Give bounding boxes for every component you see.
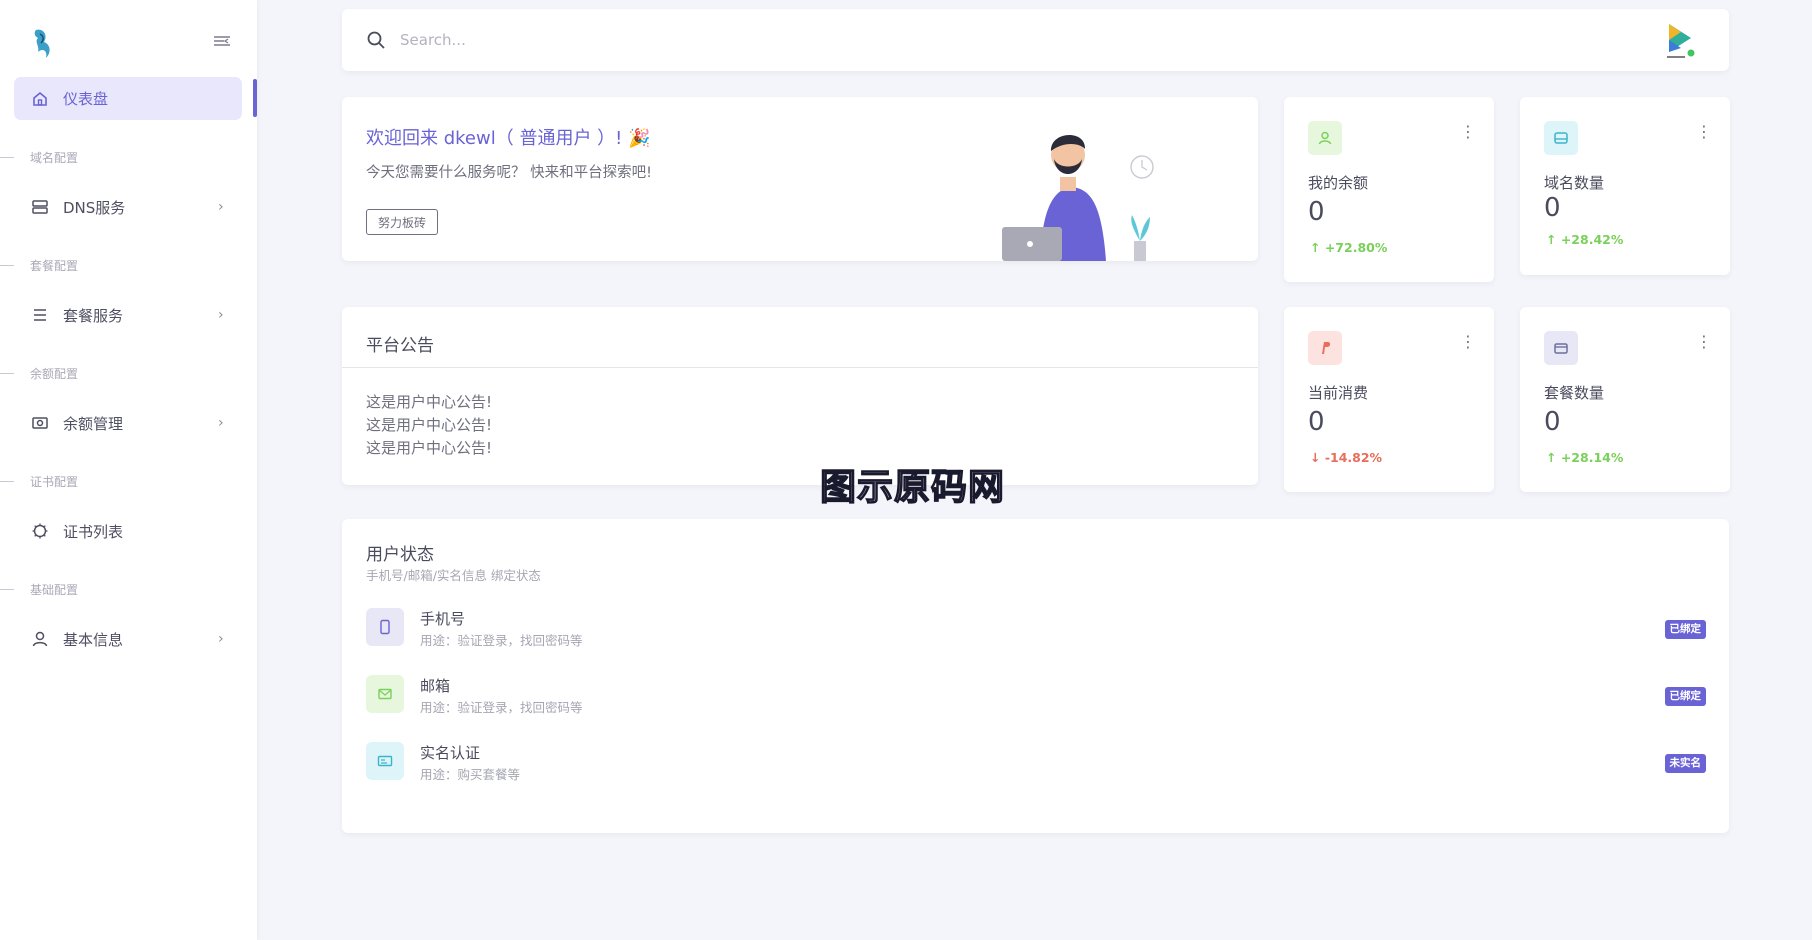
sidebar-item-label: 基本信息 (63, 630, 124, 649)
sidebar-item-plan[interactable]: 套餐服务 › (14, 295, 242, 335)
status-row-email[interactable]: 邮箱 用途：验证登录，找回密码等 已绑定 (366, 675, 1706, 715)
server-icon (32, 200, 48, 214)
certificate-icon (32, 523, 48, 539)
welcome-subtitle: 今天您需要什么服务呢？ 快来和平台探索吧! (366, 165, 652, 181)
stat-card-consumption: ⋮ 当前消费 0 ↓ -14.82% (1284, 307, 1494, 492)
sidebar-item-cert[interactable]: 证书列表 (14, 511, 242, 551)
user-avatar[interactable] (1661, 20, 1699, 60)
section-title-basic: 基础配置 (0, 581, 78, 597)
status-name: 邮箱 (420, 677, 451, 695)
menu-icon (34, 309, 46, 321)
main-content: 欢迎回来 dkewl（ 普通用户 ）! 🎉 今天您需要什么服务呢？ 快来和平台探… (257, 0, 1812, 940)
user-icon (1308, 121, 1342, 155)
arrow-up-icon: ↑ (1310, 240, 1325, 255)
status-badge: 已绑定 (1664, 687, 1706, 706)
search-icon[interactable] (366, 30, 386, 50)
phone-icon (366, 608, 404, 646)
sidebar-item-label: 套餐服务 (63, 306, 124, 325)
welcome-title: 欢迎回来 dkewl（ 普通用户 ）! 🎉 (366, 128, 651, 149)
status-desc: 用途：验证登录，找回密码等 (420, 633, 583, 648)
user-status-card: 用户状态 手机号/邮箱/实名信息 绑定状态 手机号 用途：验证登录，找回密码等 … (342, 519, 1729, 833)
status-row-realname[interactable]: 实名认证 用途：购买套餐等 未实名 (366, 742, 1706, 782)
notice-line: 这是用户中心公告! (366, 393, 493, 411)
status-badge: 已绑定 (1664, 620, 1706, 639)
status-desc: 用途：验证登录，找回密码等 (420, 700, 583, 715)
sidebar: 仪表盘 域名配置 DNS服务 › 套餐配置 套餐服务 › 余额配置 余额管理 ›… (0, 0, 257, 940)
more-vertical-icon[interactable]: ⋮ (1696, 124, 1712, 140)
stat-card-plan-count: ⋮ 套餐数量 0 ↑ +28.14% (1520, 307, 1730, 492)
stat-label: 套餐数量 (1544, 384, 1605, 402)
notice-card: 平台公告 这是用户中心公告! 这是用户中心公告! 这是用户中心公告! (342, 307, 1258, 485)
status-name: 实名认证 (420, 744, 481, 762)
stat-trend: ↓ -14.82% (1310, 450, 1383, 465)
notice-title: 平台公告 (366, 336, 434, 356)
stat-trend: ↑ +28.14% (1546, 450, 1624, 465)
chevron-right-icon: › (218, 307, 224, 323)
section-title-domain: 域名配置 (0, 149, 78, 165)
watermark: 图示原码网 (819, 466, 1006, 508)
status-row-phone[interactable]: 手机号 用途：验证登录，找回密码等 已绑定 (366, 608, 1706, 648)
sidebar-item-label: DNS服务 (63, 198, 126, 217)
chevron-right-icon: › (218, 415, 224, 431)
more-vertical-icon[interactable]: ⋮ (1696, 334, 1712, 350)
status-name: 手机号 (420, 610, 466, 628)
welcome-card: 欢迎回来 dkewl（ 普通用户 ）! 🎉 今天您需要什么服务呢？ 快来和平台探… (342, 97, 1258, 261)
sidebar-item-balance[interactable]: 余额管理 › (14, 403, 242, 443)
chevron-right-icon: › (218, 631, 224, 647)
stat-card-domain-count: ⋮ 域名数量 0 ↑ +28.42% (1520, 97, 1730, 275)
arrow-down-icon: ↓ (1310, 450, 1325, 465)
stat-label: 我的余额 (1308, 174, 1369, 192)
sidebar-item-label: 余额管理 (63, 414, 124, 433)
mail-icon (366, 675, 404, 713)
section-title-cert: 证书配置 (0, 473, 78, 489)
home-icon (33, 91, 47, 106)
id-card-icon (366, 742, 404, 780)
more-vertical-icon[interactable]: ⋮ (1460, 124, 1476, 140)
stat-label: 当前消费 (1308, 384, 1369, 402)
sidebar-item-label: 证书列表 (63, 522, 124, 541)
stat-trend: ↑ +28.42% (1546, 232, 1624, 247)
search-bar (342, 9, 1729, 71)
section-title-plan: 套餐配置 (0, 257, 78, 273)
search-input[interactable] (400, 27, 700, 53)
work-hard-button[interactable]: 努力板砖 (366, 209, 438, 235)
stat-label: 域名数量 (1544, 174, 1605, 192)
stat-value: 0 (1544, 193, 1561, 223)
chevron-right-icon: › (218, 199, 224, 215)
brand-logo[interactable] (30, 24, 56, 60)
cash-icon (32, 417, 48, 429)
stat-trend: ↑ +72.80% (1310, 240, 1388, 255)
stat-value: 0 (1308, 407, 1325, 437)
status-badge: 未实名 (1664, 754, 1706, 773)
user-status-subtitle: 手机号/邮箱/实名信息 绑定状态 (366, 568, 541, 583)
status-desc: 用途：购买套餐等 (420, 767, 521, 782)
arrow-up-icon: ↑ (1546, 232, 1561, 247)
arrow-up-icon: ↑ (1546, 450, 1561, 465)
sidebar-item-basic-info[interactable]: 基本信息 › (14, 619, 242, 659)
developer-illustration (1002, 134, 1154, 261)
sidebar-item-label: 仪表盘 (63, 90, 109, 108)
paypal-icon (1308, 331, 1342, 365)
stat-value: 0 (1308, 197, 1325, 227)
notice-line: 这是用户中心公告! (366, 416, 493, 434)
more-vertical-icon[interactable]: ⋮ (1460, 334, 1476, 350)
stat-value: 0 (1544, 407, 1561, 437)
divider (342, 367, 1258, 368)
sidebar-item-dashboard[interactable]: 仪表盘 (14, 77, 242, 120)
stat-card-balance: ⋮ 我的余额 0 ↑ +72.80% (1284, 97, 1494, 282)
user-status-title: 用户状态 (366, 545, 434, 565)
server-icon (1544, 121, 1578, 155)
notice-line: 这是用户中心公告! (366, 439, 493, 457)
sidebar-item-dns[interactable]: DNS服务 › (14, 187, 242, 227)
user-icon (32, 631, 48, 647)
wallet-icon (1544, 331, 1578, 365)
collapse-menu-icon[interactable] (212, 34, 232, 48)
section-title-balance: 余额配置 (0, 365, 78, 381)
